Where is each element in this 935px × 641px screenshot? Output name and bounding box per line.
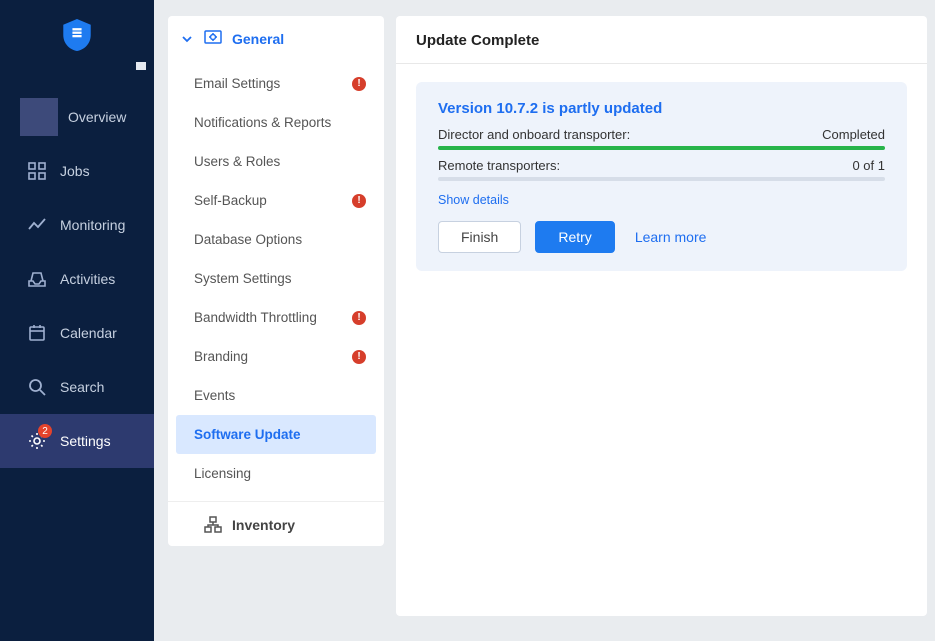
settings-item-notifications[interactable]: Notifications & Reports <box>168 103 384 142</box>
logo-area <box>0 0 154 70</box>
learn-more-link[interactable]: Learn more <box>635 229 707 245</box>
nav-label: Calendar <box>60 325 117 341</box>
nav-label: Overview <box>68 109 126 125</box>
chevron-down-icon <box>180 32 194 46</box>
section-title: General <box>232 31 284 47</box>
settings-item-label: Email Settings <box>194 76 280 91</box>
settings-item-label: Database Options <box>194 232 302 247</box>
inventory-icon <box>204 516 222 534</box>
progress-label: Director and onboard transporter: <box>438 127 630 142</box>
settings-card: General Email Settings ! Notifications &… <box>168 16 384 546</box>
alert-icon: ! <box>352 350 366 364</box>
settings-item-label: Self-Backup <box>194 193 267 208</box>
overview-icon <box>20 98 58 136</box>
settings-subnav: General Email Settings ! Notifications &… <box>154 0 396 641</box>
progress-status: 0 of 1 <box>852 158 885 173</box>
nav-calendar[interactable]: Calendar <box>0 306 154 360</box>
nav-label: Jobs <box>60 163 90 179</box>
calendar-icon <box>28 324 46 342</box>
alert-icon: ! <box>352 77 366 91</box>
settings-item-system[interactable]: System Settings <box>168 259 384 298</box>
settings-alert-badge: 2 <box>38 424 52 438</box>
nav-label: Monitoring <box>60 217 125 233</box>
progress-label: Remote transporters: <box>438 158 560 173</box>
settings-item-email[interactable]: Email Settings ! <box>168 64 384 103</box>
settings-item-database[interactable]: Database Options <box>168 220 384 259</box>
grid-icon <box>28 162 46 180</box>
progress-bar-remote <box>438 177 885 181</box>
settings-item-events[interactable]: Events <box>168 376 384 415</box>
section-inventory-header[interactable]: Inventory <box>168 501 384 546</box>
settings-item-label: Events <box>194 388 235 403</box>
retry-button[interactable]: Retry <box>535 221 614 253</box>
progress-row-director: Director and onboard transporter: Comple… <box>438 127 885 142</box>
settings-item-label: System Settings <box>194 271 292 286</box>
shield-logo-icon <box>63 19 91 51</box>
page-title: Update Complete <box>396 16 927 64</box>
nav-label: Activities <box>60 271 115 287</box>
nav-monitoring[interactable]: Monitoring <box>0 198 154 252</box>
section-general-items: Email Settings ! Notifications & Reports… <box>168 60 384 501</box>
update-status-panel: Version 10.7.2 is partly updated Directo… <box>416 82 907 271</box>
nav-label: Search <box>60 379 104 395</box>
progress-status: Completed <box>822 127 885 142</box>
settings-item-bandwidth[interactable]: Bandwidth Throttling ! <box>168 298 384 337</box>
section-general-header[interactable]: General <box>168 16 384 60</box>
settings-panel-icon <box>204 30 222 48</box>
collapse-indicator-icon <box>136 62 146 70</box>
show-details-link[interactable]: Show details <box>438 193 509 207</box>
chart-line-icon <box>28 216 46 234</box>
nav-overview[interactable]: Overview <box>0 90 154 144</box>
update-actions: Finish Retry Learn more <box>438 221 885 253</box>
settings-item-label: Bandwidth Throttling <box>194 310 317 325</box>
main-sidebar: Overview Jobs Monitoring Activities Cale… <box>0 0 154 641</box>
progress-fill <box>438 146 885 150</box>
settings-item-software-update[interactable]: Software Update <box>176 415 376 454</box>
search-icon <box>28 378 46 396</box>
settings-item-self-backup[interactable]: Self-Backup ! <box>168 181 384 220</box>
settings-item-label: Licensing <box>194 466 251 481</box>
alert-icon: ! <box>352 311 366 325</box>
nav-activities[interactable]: Activities <box>0 252 154 306</box>
nav-jobs[interactable]: Jobs <box>0 144 154 198</box>
progress-row-remote: Remote transporters: 0 of 1 <box>438 158 885 173</box>
finish-button[interactable]: Finish <box>438 221 521 253</box>
nav-label: Settings <box>60 433 111 449</box>
alert-icon: ! <box>352 194 366 208</box>
settings-item-label: Branding <box>194 349 248 364</box>
progress-bar-director <box>438 146 885 150</box>
settings-item-label: Notifications & Reports <box>194 115 331 130</box>
settings-item-users-roles[interactable]: Users & Roles <box>168 142 384 181</box>
settings-item-label: Users & Roles <box>194 154 280 169</box>
nav-settings[interactable]: 2 Settings <box>0 414 154 468</box>
primary-nav: Overview Jobs Monitoring Activities Cale… <box>0 70 154 468</box>
update-heading: Version 10.7.2 is partly updated <box>438 100 885 117</box>
settings-item-licensing[interactable]: Licensing <box>168 454 384 493</box>
settings-item-label: Software Update <box>194 427 301 442</box>
section-title: Inventory <box>232 517 295 533</box>
nav-search[interactable]: Search <box>0 360 154 414</box>
settings-item-branding[interactable]: Branding ! <box>168 337 384 376</box>
inbox-icon <box>28 270 46 288</box>
content-card: Update Complete Version 10.7.2 is partly… <box>396 16 927 616</box>
main-area: Update Complete Version 10.7.2 is partly… <box>396 0 935 641</box>
